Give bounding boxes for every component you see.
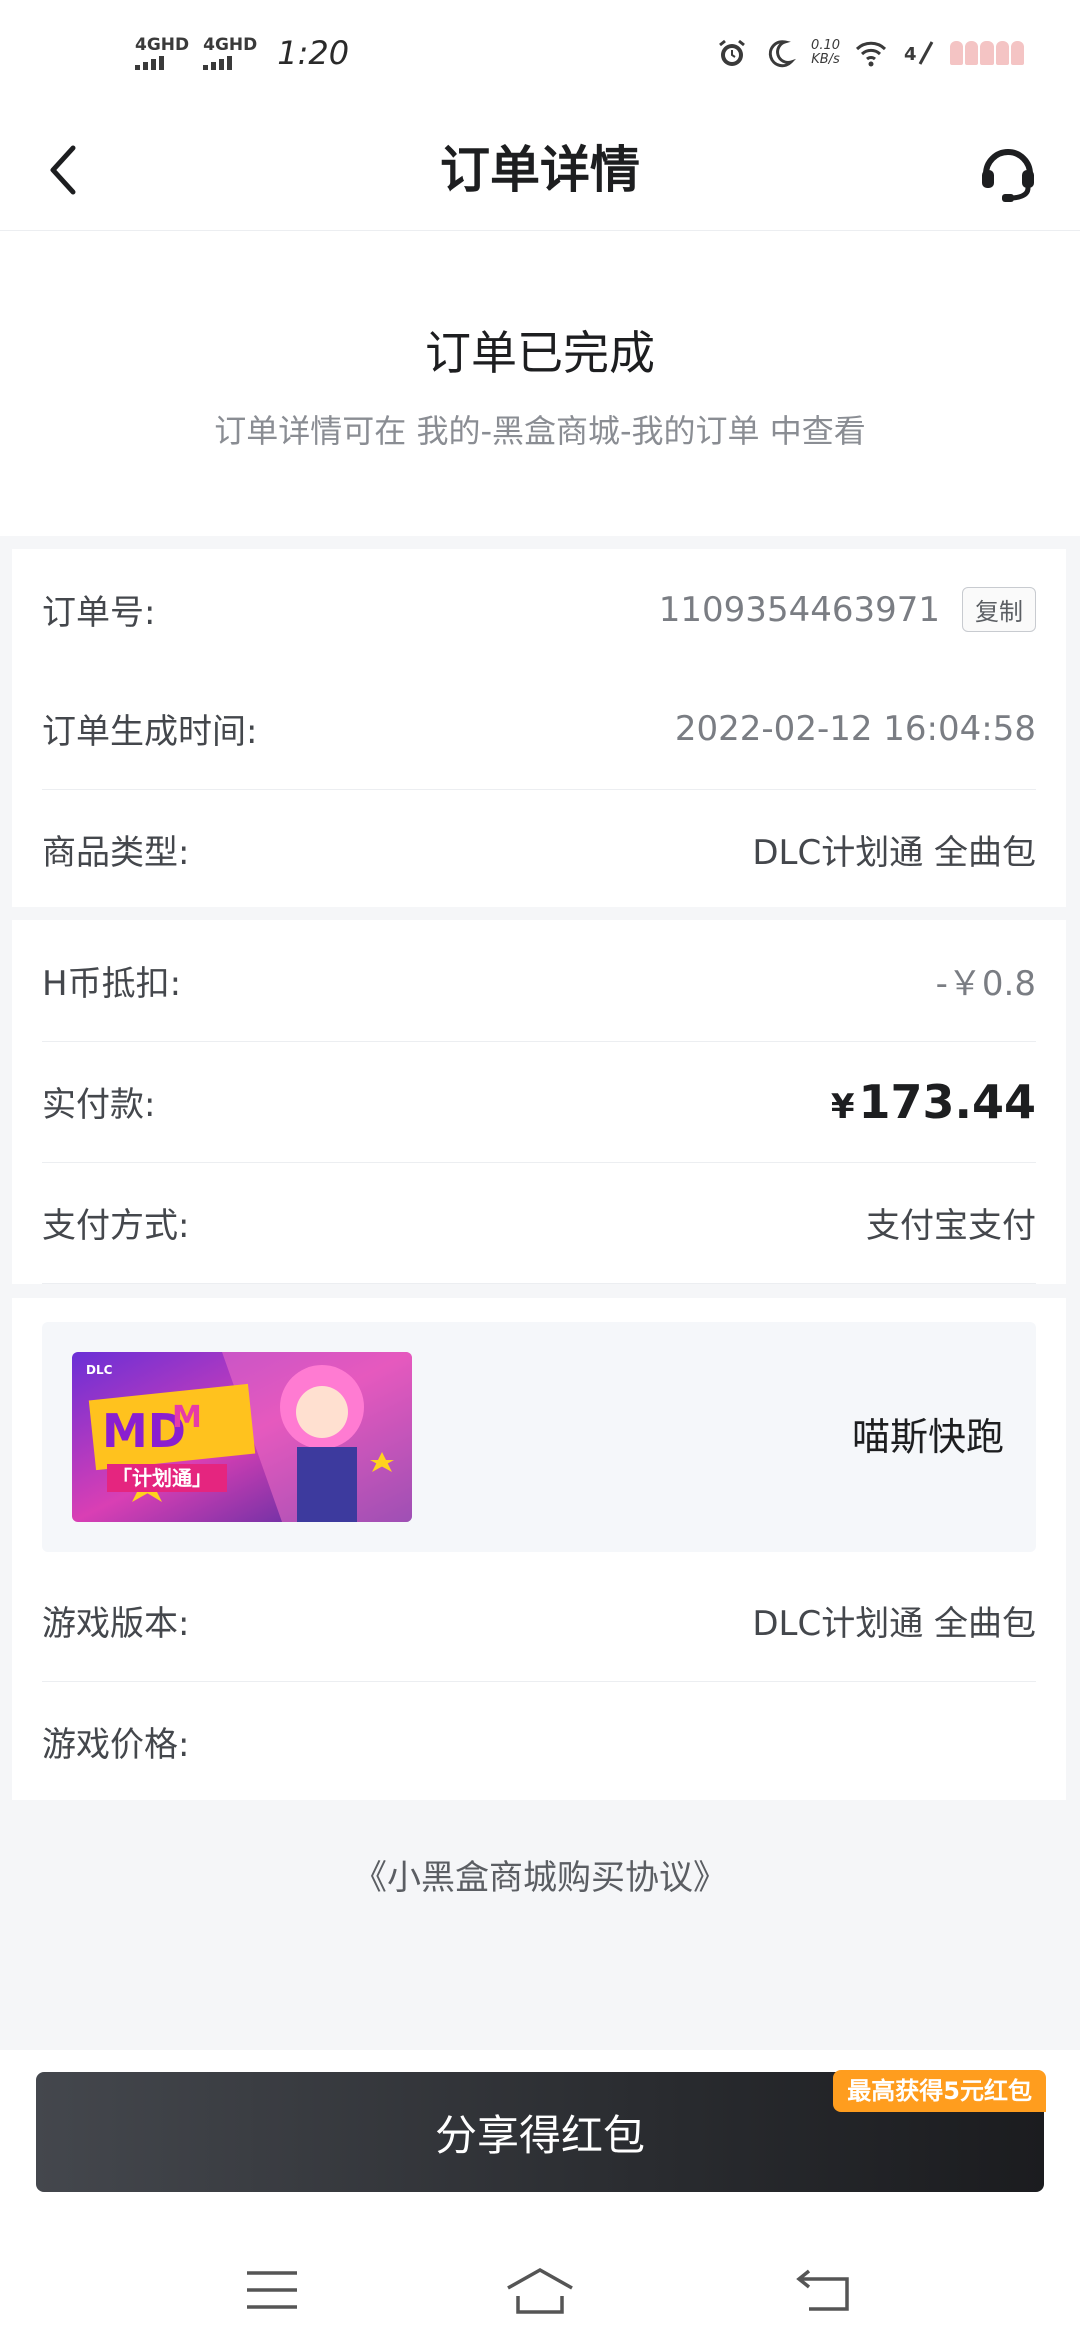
order-created-row: 订单生成时间: 2022-02-12 16:04:58	[42, 668, 1036, 790]
cover-dlc-badge: DLC	[86, 1363, 113, 1377]
alarm-icon	[719, 39, 745, 66]
order-status-subtitle: 订单详情可在 我的-黑盒商城-我的订单 中查看	[214, 412, 866, 450]
home-nav-button[interactable]	[500, 2260, 580, 2320]
order-status-title: 订单已完成	[425, 326, 655, 380]
status-bar: 4GHD 4GHD 1:20 0.10 KB/s 4	[0, 0, 1080, 110]
cover-banner-text: 「计划通」	[112, 1466, 212, 1490]
svg-text:4: 4	[904, 44, 917, 65]
cover-artwork: MD M 「计划通」 DLC	[72, 1352, 412, 1522]
product-type-value: DLC计划通 全曲包	[752, 833, 1036, 873]
paid-currency: ¥	[830, 1086, 855, 1127]
product-name: 喵斯快跑	[851, 1415, 1004, 1459]
coin-deduction-label: H币抵扣:	[42, 964, 182, 1004]
game-price-row: 游戏价格:	[42, 1681, 1036, 1802]
back-nav-button[interactable]	[784, 2260, 864, 2320]
product-type-label: 商品类型:	[42, 833, 190, 873]
order-number-label: 订单号:	[42, 593, 156, 633]
moon-icon	[768, 40, 797, 68]
payment-method-row: 支付方式: 支付宝支付	[42, 1162, 1036, 1284]
home-icon	[507, 2267, 573, 2314]
signal-bars-icon	[203, 54, 233, 70]
net-speed: 0.10 KB/s	[811, 39, 840, 67]
purchase-agreement-link[interactable]: 《小黑盒商城购买协议》	[0, 1850, 1080, 1899]
order-number-group: 1109354463971 复制	[659, 587, 1036, 632]
copy-button[interactable]: 复制	[962, 587, 1036, 632]
bottom-area: 分享得红包 最高获得5元红包	[0, 2050, 1080, 2340]
game-version-value: DLC计划通 全曲包	[752, 1604, 1036, 1644]
order-info-card: 订单号: 1109354463971 复制 订单生成时间: 2022-02-12…	[12, 549, 1066, 907]
page-title: 订单详情	[440, 141, 640, 199]
net-speed-unit: KB/s	[811, 52, 840, 67]
payment-card: H币抵扣: -￥0.8 实付款: ¥ 173.44 支付方式: 支付宝支付	[12, 920, 1066, 1284]
payment-method-value: 支付宝支付	[866, 1206, 1036, 1246]
system-nav-bar	[0, 2240, 1080, 2340]
coin-deduction-value: -￥0.8	[935, 964, 1036, 1004]
game-cover-image[interactable]: MD M 「计划通」 DLC	[72, 1352, 412, 1522]
paid-amount: ¥ 173.44	[831, 1075, 1036, 1129]
product-type-row: 商品类型: DLC计划通 全曲包	[42, 789, 1036, 910]
status-left: 4GHD 4GHD 1:20	[135, 34, 349, 72]
product-card: MD M 「计划通」 DLC 喵斯快跑 游戏版本: DLC计划通 全曲包 游戏价…	[12, 1298, 1066, 1800]
payment-method-label: 支付方式:	[42, 1206, 190, 1246]
menu-nav-button[interactable]	[232, 2260, 312, 2320]
signal-2: 4GHD	[203, 36, 257, 70]
signal-1: 4GHD	[135, 36, 189, 70]
product-item[interactable]: MD M 「计划通」 DLC 喵斯快跑	[42, 1322, 1036, 1552]
game-version-row: 游戏版本: DLC计划通 全曲包	[42, 1560, 1036, 1682]
game-version-label: 游戏版本:	[42, 1604, 190, 1644]
net-speed-value: 0.10	[811, 38, 840, 53]
clock: 1:20	[277, 34, 350, 72]
signal-bars-icon	[135, 54, 164, 70]
order-number-value: 1109354463971	[658, 589, 940, 630]
menu-icon	[247, 2271, 297, 2309]
customer-service-button[interactable]	[972, 136, 1044, 208]
promo-badge: 最高获得5元红包	[833, 2070, 1046, 2112]
order-created-label: 订单生成时间:	[42, 712, 258, 752]
battery-icon	[950, 41, 1025, 65]
signal-icon: 4	[904, 41, 934, 65]
wifi-icon	[855, 41, 887, 67]
app-header: 订单详情	[0, 110, 1080, 231]
order-number-row: 订单号: 1109354463971 复制	[42, 549, 1036, 670]
svg-text:M: M	[172, 1400, 202, 1435]
game-price-label: 游戏价格:	[42, 1725, 190, 1765]
paid-amount-label: 实付款:	[42, 1085, 156, 1125]
paid-amount-value: 173.44	[858, 1074, 1036, 1129]
paid-amount-row: 实付款: ¥ 173.44	[42, 1041, 1036, 1163]
order-created-value: 2022-02-12 16:04:58	[674, 708, 1036, 749]
headset-icon	[982, 149, 1034, 202]
signal-2-label: 4GHD	[203, 35, 258, 55]
share-button-label: 分享得红包	[434, 2110, 645, 2160]
status-right: 0.10 KB/s 4	[715, 36, 1025, 70]
order-status-block: 订单已完成 订单详情可在 我的-黑盒商城-我的订单 中查看	[0, 231, 1080, 536]
coin-deduction-row: H币抵扣: -￥0.8	[42, 920, 1036, 1042]
signal-1-label: 4GHD	[135, 35, 190, 55]
back-nav-icon	[796, 2269, 849, 2311]
